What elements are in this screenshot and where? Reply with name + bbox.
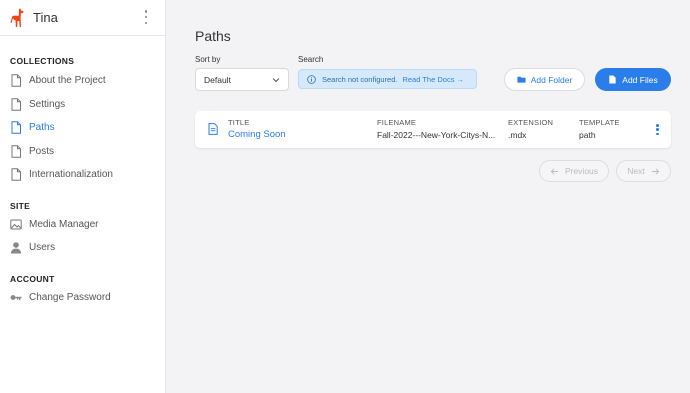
add-folder-button[interactable]: Add Folder [504, 68, 585, 91]
document-icon [208, 123, 218, 135]
search-label: Search [298, 55, 324, 64]
next-page-button[interactable]: Next [616, 160, 671, 182]
main-content: Paths Sort by Default Search Search not … [167, 0, 690, 393]
previous-page-button[interactable]: Previous [539, 160, 609, 182]
app-title: Tina [33, 10, 58, 25]
sidebar-item-about-the-project[interactable]: About the Project [0, 69, 165, 93]
sidebar-item-media-manager[interactable]: Media Manager [0, 213, 165, 237]
read-the-docs-link[interactable]: Read The Docs → [402, 75, 464, 84]
document-icon [10, 168, 22, 181]
column-header-template: TEMPLATE [579, 118, 620, 127]
sidebar-item-posts[interactable]: Posts [0, 140, 165, 164]
table-row[interactable]: TITLE Coming Soon FILENAME Fall-2022---N… [195, 111, 671, 148]
account-heading: ACCOUNT [10, 273, 55, 284]
add-folder-label: Add Folder [530, 74, 573, 85]
folder-icon [517, 76, 526, 83]
file-icon [609, 75, 616, 84]
sidebar: Tina COLLECTIONS About the Project Setti… [0, 0, 166, 393]
sidebar-item-change-password[interactable]: Change Password [0, 286, 165, 310]
sidebar-item-internationalization[interactable]: Internationalization [0, 163, 165, 187]
sidebar-item-label: Settings [29, 98, 66, 110]
sidebar-item-label: Paths [29, 122, 55, 134]
info-icon [307, 74, 316, 84]
document-icon [10, 98, 22, 111]
row-template: path [579, 130, 596, 140]
previous-label: Previous [564, 166, 599, 176]
column-header-title: TITLE [228, 118, 250, 127]
row-actions-kebab-icon[interactable] [656, 124, 659, 135]
site-heading: SITE [10, 200, 31, 211]
key-icon [10, 291, 22, 304]
sort-select[interactable]: Default [195, 68, 289, 91]
row-title-link[interactable]: Coming Soon [228, 129, 286, 140]
row-extension: .mdx [508, 130, 527, 140]
document-icon [10, 145, 22, 158]
document-icon [10, 74, 22, 87]
add-files-button[interactable]: Add Files [595, 68, 671, 91]
collections-heading: COLLECTIONS [10, 56, 75, 66]
search-not-configured-notice: Search not configured. Read The Docs → [298, 69, 477, 89]
sidebar-header: Tina [0, 0, 165, 36]
document-icon [10, 121, 22, 134]
image-icon [10, 218, 22, 231]
sort-value: Default [204, 74, 231, 85]
chevron-down-icon [272, 78, 280, 83]
page-title: Paths [195, 28, 231, 44]
search-message: Search not configured. [322, 74, 398, 84]
sidebar-item-label: About the Project [29, 75, 106, 87]
arrow-right-icon [651, 167, 660, 175]
next-label: Next [627, 166, 645, 176]
sidebar-item-label: Users [29, 242, 56, 254]
user-icon [10, 241, 22, 254]
sidebar-item-settings[interactable]: Settings [0, 93, 165, 117]
sidebar-item-paths[interactable]: Paths [0, 116, 165, 140]
column-header-filename: FILENAME [377, 118, 417, 127]
row-filename: Fall-2022---New-York-Citys-N... [377, 130, 496, 140]
sidebar-item-label: Media Manager [29, 218, 99, 230]
sort-label: Sort by [195, 55, 221, 64]
app-menu-kebab-icon[interactable] [144, 10, 148, 24]
column-header-extension: EXTENSION [508, 118, 554, 127]
sidebar-item-label: Change Password [29, 291, 111, 303]
sidebar-item-label: Posts [29, 145, 55, 157]
tina-llama-logo [10, 8, 24, 27]
arrow-left-icon [550, 167, 559, 175]
sidebar-item-label: Internationalization [29, 169, 113, 181]
add-files-label: Add Files [622, 74, 658, 85]
sidebar-item-users[interactable]: Users [0, 236, 165, 260]
